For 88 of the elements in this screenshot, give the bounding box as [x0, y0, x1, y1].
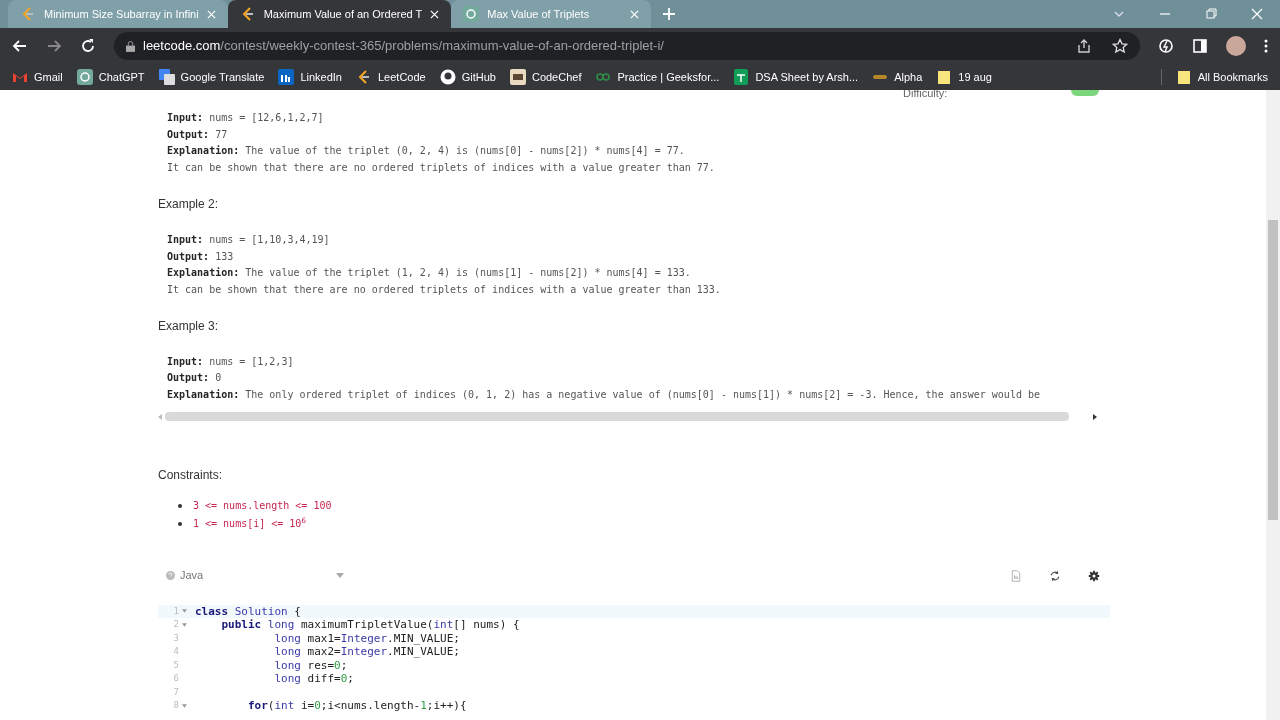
- line-number: 7: [173, 685, 179, 699]
- tab-title: Maximum Value of an Ordered T: [263, 6, 423, 22]
- line-number: 4: [173, 645, 179, 659]
- fold-icon[interactable]: [182, 623, 187, 627]
- vertical-scrollbar[interactable]: [1268, 220, 1278, 520]
- code-line: class Solution {: [195, 604, 301, 619]
- bookmark-item[interactable]: CodeChef: [509, 68, 582, 86]
- browser-tab[interactable]: Maximum Value of an Ordered T: [227, 0, 452, 28]
- all-bookmarks-button[interactable]: All Bookmarks: [1175, 68, 1268, 86]
- line-number: 5: [173, 658, 179, 672]
- bookmark-favicon: [278, 69, 295, 85]
- example-heading: Example 3:: [158, 318, 220, 334]
- scroll-right-icon[interactable]: [1093, 413, 1097, 420]
- example-line: Explanation: The value of the triplet (0, 2, 4) is (nums[0] - nums[2]) * nums[4] = 77.: [167, 144, 686, 159]
- example-heading: Example 2:: [158, 196, 220, 212]
- code-line: public long maximumTripletValue(int[] nums) {: [220, 618, 520, 632]
- bookmark-item[interactable]: LinkedIn: [278, 68, 342, 86]
- forward-icon[interactable]: [46, 38, 62, 54]
- difficulty-label: Difficulty:: [903, 90, 948, 101]
- tab-favicon: [20, 6, 36, 22]
- example-line: Output: 133: [167, 249, 235, 264]
- code-line: long diff=0;: [273, 672, 354, 686]
- star-icon[interactable]: [1112, 38, 1128, 54]
- bookmark-item[interactable]: Gmail: [12, 68, 63, 86]
- horizontal-scrollbar[interactable]: [165, 412, 1069, 422]
- language-dropdown[interactable]: Java: [166, 567, 344, 584]
- close-icon[interactable]: [430, 9, 440, 19]
- constraint-text: 3 <= nums.length <= 100: [193, 498, 332, 513]
- tab-title: Minimum Size Subarray in Infini: [44, 6, 199, 22]
- fold-icon[interactable]: [182, 704, 187, 708]
- new-tab-icon[interactable]: [663, 8, 676, 20]
- bookmark-item[interactable]: 19 aug: [936, 68, 992, 86]
- reset-icon[interactable]: [1049, 569, 1061, 582]
- bookmark-item[interactable]: ChatGPT: [76, 68, 145, 86]
- bookmark-favicon: [158, 69, 175, 85]
- code-line: for(int i=0;i<nums.length-1;i++){: [246, 699, 467, 713]
- bookmark-item[interactable]: DSA Sheet by Arsh...: [733, 68, 859, 86]
- extension-icon[interactable]: [1158, 38, 1174, 54]
- address-bar[interactable]: leetcode.com/contest/weekly-contest-365/problems/maximum-value-of-an-ordered-triplet-i/: [114, 32, 1140, 60]
- side-panel-icon[interactable]: [1192, 38, 1208, 54]
- bookmark-favicon: [76, 69, 93, 85]
- folder-icon: [1175, 69, 1192, 85]
- example-line: Input: nums = [12,6,1,2,7]: [167, 111, 325, 125]
- example-line: It can be shown that there are no ordered triplets of indices with a value greater than 77.: [167, 161, 716, 176]
- example-line: Output: 0: [167, 371, 223, 386]
- restore-icon[interactable]: [1205, 8, 1217, 20]
- back-icon[interactable]: [12, 38, 28, 54]
- bookmark-favicon: [936, 69, 953, 85]
- more-menu-icon[interactable]: [1264, 38, 1268, 54]
- bookmark-item[interactable]: Google Translate: [158, 68, 265, 86]
- code-line: long res=0;: [273, 658, 348, 673]
- bullet-icon: [178, 503, 182, 508]
- profile-avatar[interactable]: [1226, 36, 1246, 56]
- line-number: 8: [173, 699, 179, 713]
- lock-icon: [126, 40, 135, 52]
- constraint-text: 1 <= nums[i] <= 10$^{6}$: [193, 516, 306, 531]
- share-icon[interactable]: [1076, 38, 1092, 54]
- fold-icon[interactable]: [182, 609, 187, 614]
- bookmark-favicon: [439, 69, 456, 85]
- line-number: 1: [173, 604, 179, 618]
- caret-icon: [336, 573, 344, 579]
- example-line: Input: nums = [1,10,3,4,19]: [167, 232, 331, 247]
- help-icon: [166, 571, 175, 581]
- line-number: 3: [173, 631, 179, 645]
- settings-icon[interactable]: [1088, 569, 1100, 582]
- bookmark-item[interactable]: Practice | Geeksfor...: [595, 68, 720, 86]
- reload-icon[interactable]: [80, 38, 96, 54]
- tab-title: Max Value of Triplets: [487, 6, 591, 22]
- example-line: Explanation: The only ordered triplet of indices (0, 1, 2) has a negative value of (nums[0] - nums[1]) * nums[2] = -3. Hence, the answer would be: [167, 388, 1041, 403]
- example-line: Output: 77: [167, 127, 229, 142]
- tab-favicon: [463, 6, 480, 22]
- example-line: It can be shown that there are no ordered triplets of indices with a value greater than 133.: [167, 282, 722, 297]
- bullet-icon: [178, 521, 182, 526]
- line-number: 6: [173, 672, 179, 686]
- bookmark-favicon: [733, 69, 750, 85]
- document-icon[interactable]: [1010, 569, 1022, 582]
- url-text: leetcode.com/contest/weekly-contest-365/problems/maximum-value-of-an-ordered-triplet-i/: [143, 37, 664, 56]
- example-line: Input: nums = [1,2,3]: [167, 354, 295, 369]
- bookmark-item[interactable]: Alpha: [872, 68, 923, 86]
- bookmark-item[interactable]: GitHub: [439, 68, 496, 86]
- line-number: 2: [173, 618, 179, 632]
- scroll-left-icon[interactable]: [158, 413, 162, 420]
- code-line: long max1=Integer.MIN_VALUE;: [273, 631, 460, 646]
- bookmark-item[interactable]: LeetCode: [355, 68, 426, 86]
- code-line: long max2=Integer.MIN_VALUE;: [273, 645, 460, 659]
- example-line: Explanation: The value of the triplet (1, 2, 4) is (nums[1] - nums[2]) * nums[4] = 133.: [167, 266, 692, 281]
- bookmark-favicon: [509, 69, 526, 85]
- constraints-heading: Constraints:: [158, 467, 224, 483]
